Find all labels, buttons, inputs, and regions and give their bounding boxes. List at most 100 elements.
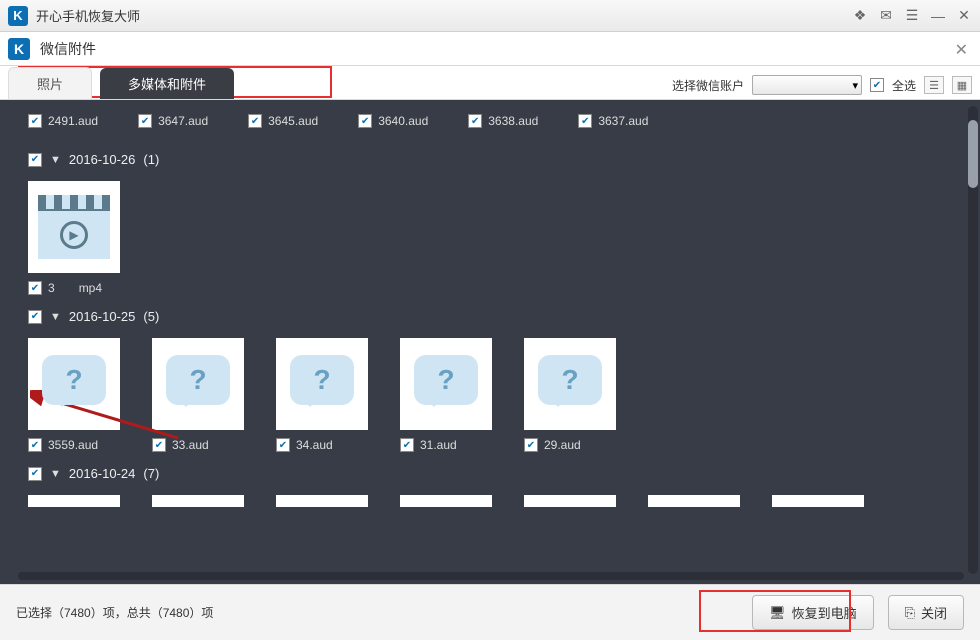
thumbnail-item[interactable] [524, 495, 616, 507]
group-date: 2016-10-25 [69, 309, 136, 324]
grid-view-icon[interactable]: ▦ [952, 76, 972, 94]
group-count: (1) [143, 152, 159, 167]
file-suffix: mp4 [79, 281, 102, 295]
unknown-file-icon: ? [414, 355, 478, 405]
top-file-row: ✔2491.aud ✔3647.aud ✔3645.aud ✔3640.aud … [20, 108, 976, 142]
selection-status: 已选择（7480）项，总共（7480）项 [16, 604, 213, 621]
file-item[interactable]: ✔ 3640.aud [358, 114, 428, 128]
group-date: 2016-10-26 [69, 152, 136, 167]
unknown-file-icon: ? [538, 355, 602, 405]
close-app-icon[interactable]: ✕ [956, 8, 972, 24]
thumbnail-item[interactable] [28, 495, 120, 507]
file-checkbox[interactable]: ✔ [276, 438, 290, 452]
thumbnails-row-partial [20, 491, 976, 511]
file-name: 3647.aud [158, 114, 208, 128]
tab-multimedia[interactable]: 多媒体和附件 [100, 68, 234, 99]
select-all-label: 全选 [892, 77, 916, 94]
file-checkbox[interactable]: ✔ [28, 114, 42, 128]
file-checkbox[interactable]: ✔ [358, 114, 372, 128]
file-name: 34.aud [296, 438, 333, 452]
thumbnail-item[interactable]: ? ✔ 33.aud [152, 338, 244, 452]
file-name: 3638.aud [488, 114, 538, 128]
file-name: 33.aud [172, 438, 209, 452]
unknown-file-icon: ? [290, 355, 354, 405]
thumbnail-item[interactable]: ? ✔ 31.aud [400, 338, 492, 452]
footer: 已选择（7480）项，总共（7480）项 🖥 恢复到电脑 ⎘ 关闭 [0, 584, 980, 640]
recover-label: 恢复到电脑 [792, 603, 857, 622]
file-checkbox[interactable]: ✔ [152, 438, 166, 452]
close-button[interactable]: ⎘ 关闭 [888, 595, 964, 630]
app-title: 开心手机恢复大师 [36, 6, 852, 25]
account-label: 选择微信账户 [672, 77, 744, 94]
file-name: 3645.aud [268, 114, 318, 128]
thumbnail-item[interactable]: ? ✔ 34.aud [276, 338, 368, 452]
file-item[interactable]: ✔ 3637.aud [578, 114, 648, 128]
group-header[interactable]: ✔ ▼ 2016-10-26 (1) [20, 142, 976, 177]
minimize-icon[interactable]: — [930, 8, 946, 24]
horizontal-scrollbar[interactable] [18, 572, 964, 580]
collapse-icon[interactable]: ▼ [50, 154, 61, 166]
thumbnail-item[interactable]: ▶ ✔ 3 mp4 [28, 181, 120, 295]
group-count: (7) [143, 466, 159, 481]
content-area: ✔2491.aud ✔3647.aud ✔3645.aud ✔3640.aud … [0, 100, 980, 584]
vertical-scrollbar[interactable] [968, 106, 978, 574]
file-name: 2491.aud [48, 114, 98, 128]
tab-photos[interactable]: 照片 [8, 67, 92, 99]
file-checkbox[interactable]: ✔ [578, 114, 592, 128]
video-thumbnail[interactable]: ▶ [28, 181, 120, 273]
menu-icon[interactable]: ☰ [904, 8, 920, 24]
file-name: 31.aud [420, 438, 457, 452]
thumbnail-item[interactable] [152, 495, 244, 507]
collapse-icon[interactable]: ▼ [50, 311, 61, 323]
app-logo: K [8, 6, 28, 26]
recover-to-pc-button[interactable]: 🖥 恢复到电脑 [752, 595, 874, 630]
thumbnail-item[interactable]: ?✔3559.aud [28, 338, 120, 452]
chat-icon[interactable]: ✉ [878, 8, 894, 24]
file-item[interactable]: ✔ 3638.aud [468, 114, 538, 128]
exit-icon: ⎘ [905, 605, 915, 621]
wechat-icon[interactable]: ❖ [852, 8, 868, 24]
file-name: 3640.aud [378, 114, 428, 128]
thumbnail-item[interactable] [276, 495, 368, 507]
thumbnail-item[interactable] [400, 495, 492, 507]
file-item[interactable]: ✔ 3645.aud [248, 114, 318, 128]
group-count: (5) [143, 309, 159, 324]
close-label: 关闭 [921, 603, 947, 622]
close-panel-icon[interactable]: ✕ [955, 40, 968, 60]
module-logo: K [8, 38, 30, 60]
thumbnail-item[interactable] [648, 495, 740, 507]
file-checkbox[interactable]: ✔ [138, 114, 152, 128]
scrollbar-thumb[interactable] [968, 120, 978, 188]
toolbar-right: 选择微信账户 ▾ ✔ 全选 ☰ ▦ [672, 75, 972, 95]
file-name: 29.aud [544, 438, 581, 452]
monitor-icon: 🖥 [769, 605, 786, 621]
group-header[interactable]: ✔ ▼ 2016-10-25 (5) [20, 299, 976, 334]
unknown-file-icon: ? [42, 355, 106, 405]
group-header[interactable]: ✔ ▼ 2016-10-24 (7) [20, 456, 976, 491]
group-checkbox[interactable]: ✔ [28, 153, 42, 167]
group-date: 2016-10-24 [69, 466, 136, 481]
file-item[interactable]: ✔ 2491.aud [28, 114, 98, 128]
collapse-icon[interactable]: ▼ [50, 468, 61, 480]
titlebar: K 开心手机恢复大师 ❖ ✉ ☰ — ✕ [0, 0, 980, 32]
list-view-icon[interactable]: ☰ [924, 76, 944, 94]
unknown-file-icon: ? [166, 355, 230, 405]
account-selector[interactable]: ▾ [752, 75, 862, 95]
group-checkbox[interactable]: ✔ [28, 310, 42, 324]
file-checkbox[interactable]: ✔ [400, 438, 414, 452]
titlebar-controls: ❖ ✉ ☰ — ✕ [852, 8, 972, 24]
file-checkbox[interactable]: ✔ [28, 438, 42, 452]
file-name: 3637.aud [598, 114, 648, 128]
thumbnails-row: ?✔3559.aud ?✔33.aud ?✔34.aud ?✔31.aud ?✔… [20, 334, 976, 456]
thumbnail-item[interactable]: ? ✔ 29.aud [524, 338, 616, 452]
select-all-checkbox[interactable]: ✔ [870, 78, 884, 92]
file-item[interactable]: ✔ 3647.aud [138, 114, 208, 128]
file-checkbox[interactable]: ✔ [28, 281, 42, 295]
file-checkbox[interactable]: ✔ [524, 438, 538, 452]
subheader: K 微信附件 ✕ [0, 32, 980, 66]
thumbnail-item[interactable] [772, 495, 864, 507]
file-checkbox[interactable]: ✔ [468, 114, 482, 128]
play-icon: ▶ [60, 221, 88, 249]
group-checkbox[interactable]: ✔ [28, 467, 42, 481]
file-checkbox[interactable]: ✔ [248, 114, 262, 128]
